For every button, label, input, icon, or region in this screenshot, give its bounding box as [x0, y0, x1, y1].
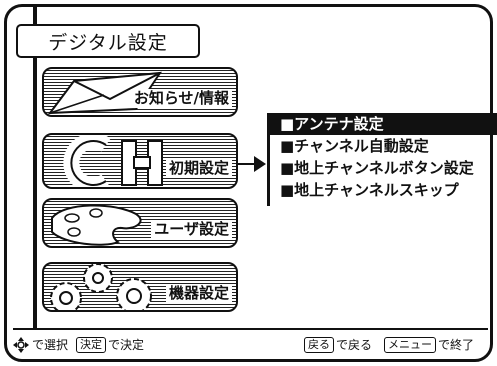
arrow-right-icon [254, 156, 266, 172]
vertical-line-top [33, 7, 37, 24]
menu-item-label: お知らせ/情報 [130, 89, 232, 108]
decide-key: 決定 [76, 336, 107, 353]
menu-item-label: 初期設定 [165, 159, 232, 178]
select-hint: で選択 [32, 338, 69, 352]
submenu-item-channel-button[interactable]: ■地上チャンネルボタン設定 [270, 157, 497, 179]
dpad-icon [13, 336, 29, 353]
menu-item-user-settings[interactable]: ユーザ設定 [42, 198, 238, 248]
menu-item-device-settings[interactable]: 機器設定 [42, 262, 238, 312]
menu-hint: で終了 [437, 338, 474, 352]
menu-item-label: ユーザ設定 [151, 220, 232, 239]
submenu-item-auto-channel[interactable]: ■チャンネル自動設定 [270, 135, 497, 157]
submenu-item-channel-skip[interactable]: ■地上チャンネルスキップ [270, 179, 497, 201]
menu-item-label: 機器設定 [165, 284, 232, 303]
menu-key: メニュー [383, 336, 436, 353]
menu-item-notices[interactable]: お知らせ/情報 [42, 67, 238, 117]
vertical-line [33, 58, 37, 328]
back-hint: で戻る [335, 338, 372, 352]
screen-title: デジタル設定 [16, 24, 200, 58]
footer-help-bar: で選択 決定 で決定 戻る で戻る メニュー で終了 [13, 328, 488, 359]
back-key: 戻る [303, 336, 334, 353]
submenu-item-antenna[interactable]: ■アンテナ設定 [270, 113, 497, 135]
submenu: ■アンテナ設定 ■チャンネル自動設定 ■地上チャンネルボタン設定 ■地上チャンネ… [270, 113, 497, 201]
menu-item-initial-settings[interactable]: 初期設定 [42, 133, 238, 189]
decide-hint: で決定 [108, 338, 145, 352]
